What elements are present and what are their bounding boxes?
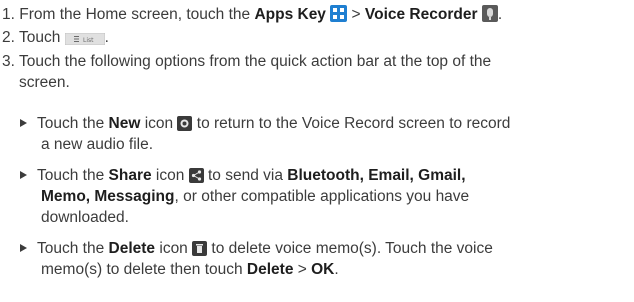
bullet-text: icon [140,115,178,132]
bullet-text: icon [151,167,189,184]
new-record-icon [177,116,193,131]
bullet-text-cont: a new audio file. [41,136,154,153]
bullet-share: Touch the Share icon to send via Bluetoo… [20,165,632,228]
list-button-icon: List [64,33,105,45]
bullet-text: Touch the [37,167,109,184]
step-text: Touch the following options from the qui… [18,53,492,70]
instructions-page: 1. From the Home screen, touch the Apps … [0,0,634,302]
bullet-text: to return to the Voice Record screen to … [192,115,511,132]
separator: > [293,261,312,278]
step-2: 2. Touch List . [2,27,632,48]
bullet-text-cont: memo(s) to delete then touch Delete > OK… [20,259,632,280]
voice-recorder-app-icon [481,5,498,22]
bullet-text: Touch the [37,115,109,132]
step-number: 3. [2,53,15,70]
apps-key-label: Apps Key [254,6,326,23]
bullet-text: , or other compatible applications you h… [174,188,470,205]
bullet-arrow-icon [20,244,27,253]
share-icon [188,168,204,183]
bullet-text: to delete voice memo(s). Touch the voice [207,240,493,257]
bullet-delete: Touch the Delete icon to delete voice me… [20,238,632,280]
bullet-arrow-icon [20,171,27,180]
share-label: Share [108,167,152,184]
bullet-text-cont: Memo, Messaging, or other compatible app… [20,186,632,207]
voice-recorder-label: Voice Recorder [364,6,478,23]
bullet-arrow-icon [20,119,27,128]
bullet-text: to send via [203,167,288,184]
new-label: New [108,115,141,132]
bullet-text-end: . [334,261,339,278]
step-text-cont: screen. [19,74,70,91]
delete-confirm-label: Delete [246,261,294,278]
share-targets-label-2: Memo, Messaging [41,188,175,205]
separator: > [347,6,365,23]
step-text: Touch [18,29,65,46]
step-text: From the Home screen, touch the [19,6,255,23]
step-number: 2. [2,29,15,46]
delete-label: Delete [108,240,156,257]
share-targets-label: Bluetooth, Email, Gmail, [287,167,466,184]
bullet-text: memo(s) to delete then touch [41,261,247,278]
step-3: 3. Touch the following options from the … [2,51,632,93]
step-text-end: . [497,6,503,23]
bullet-text: Touch the [37,240,109,257]
step-1: 1. From the Home screen, touch the Apps … [2,4,632,25]
ok-label: OK [311,261,335,278]
bullet-text: icon [155,240,193,257]
bullet-text-cont: downloaded. [41,209,129,226]
trash-icon [192,241,208,256]
apps-grid-icon [330,5,348,22]
bullet-new: Touch the New icon to return to the Voic… [20,113,632,155]
step-number: 1. [2,6,15,23]
list-button-label: List [83,37,94,44]
step-text-end: . [104,29,109,46]
